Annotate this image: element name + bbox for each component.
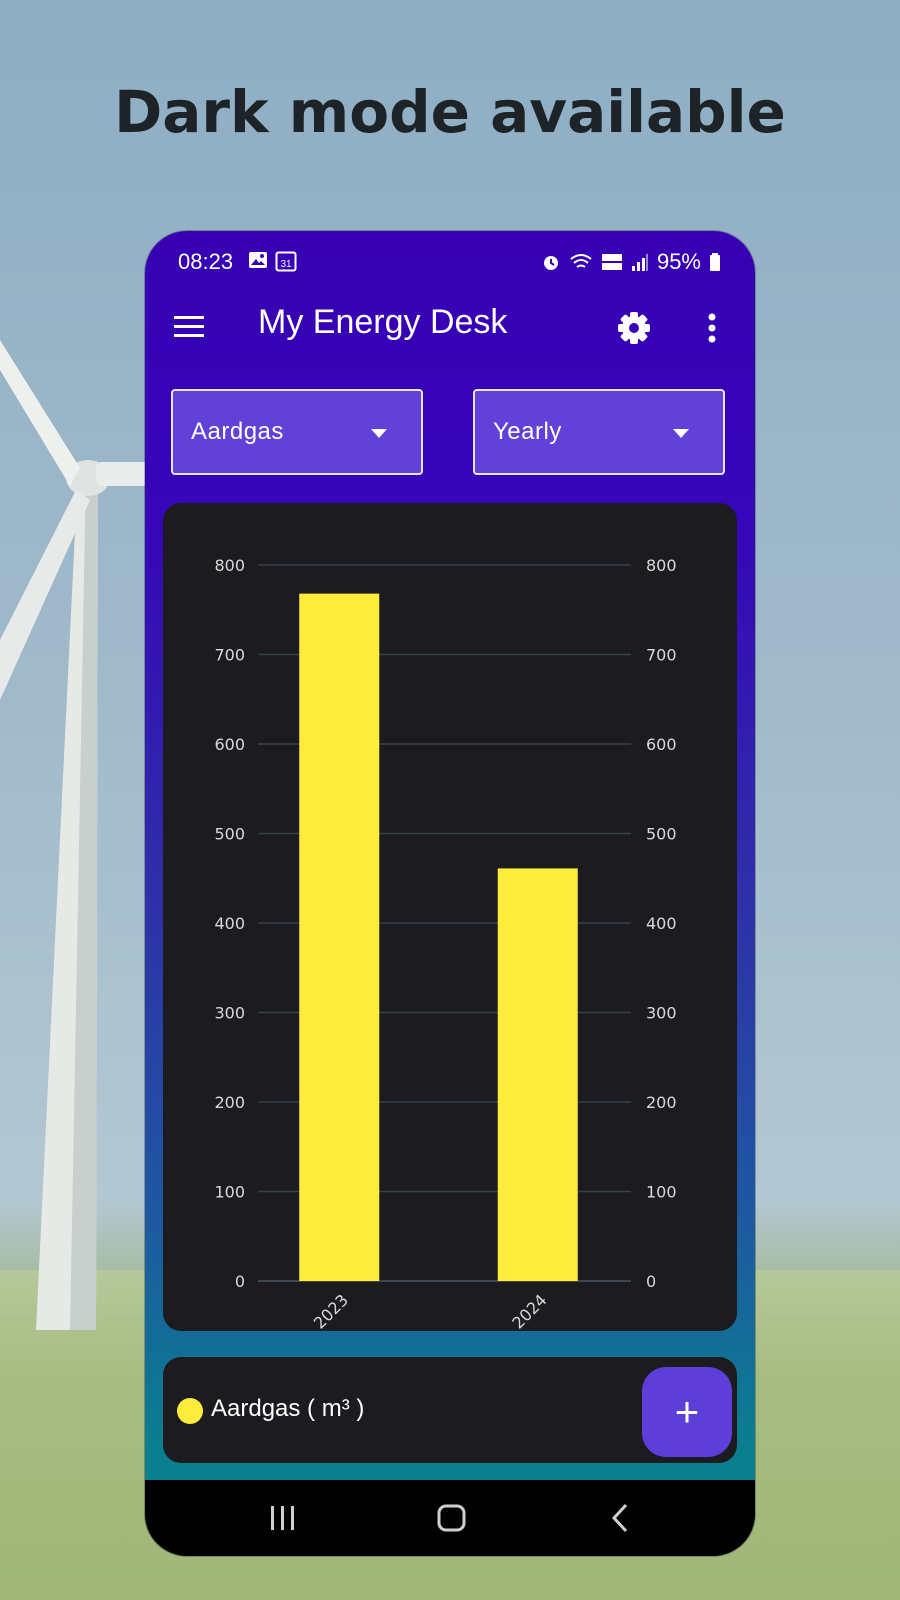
wifi-icon <box>570 254 592 268</box>
chevron-down-icon <box>673 429 689 438</box>
add-reading-button[interactable]: + <box>642 1367 732 1457</box>
y-tick-label-right: 600 <box>646 735 677 754</box>
y-tick-label-right: 800 <box>646 556 677 575</box>
y-tick-label-right: 0 <box>646 1272 656 1291</box>
y-tick-label-right: 300 <box>646 1004 677 1023</box>
more-vert-icon[interactable] <box>700 309 724 347</box>
bar-2023 <box>299 593 380 1281</box>
y-tick-label-left: 800 <box>214 556 245 575</box>
gallery-icon <box>249 252 267 268</box>
bar-chart: 0 0 100 100 200 200 300 300 400 400 500 500 600 600 70… <box>214 556 677 1331</box>
y-tick-label-left: 700 <box>214 646 245 665</box>
status-time: 08:23 <box>178 249 234 274</box>
chevron-down-icon <box>371 429 387 438</box>
navigation-bar <box>145 1480 755 1556</box>
status-bar: 08:23 31 95% <box>145 231 755 293</box>
y-tick-label-right: 400 <box>646 914 677 933</box>
y-tick-label-left: 300 <box>214 1004 245 1023</box>
legend-color-dot <box>177 1398 203 1424</box>
calendar-icon: 31 <box>275 251 297 272</box>
svg-text:31: 31 <box>280 259 292 270</box>
x-tick-label: 2024 <box>508 1290 550 1331</box>
period-value: Yearly <box>493 418 562 445</box>
home-icon[interactable] <box>432 1500 472 1536</box>
volte-icon <box>601 254 622 270</box>
y-tick-label-left: 200 <box>214 1093 245 1112</box>
y-tick-label-right: 500 <box>646 825 677 844</box>
legend-label: Aardgas ( m³ ) <box>211 1395 365 1422</box>
y-tick-label-right: 700 <box>646 646 677 665</box>
wind-turbine-decoration <box>0 340 160 1330</box>
plus-icon: + <box>674 1388 700 1435</box>
recent-apps-icon[interactable] <box>263 1500 303 1536</box>
battery-icon <box>710 253 720 271</box>
x-tick-label: 2023 <box>310 1290 352 1331</box>
energy-type-value: Aardgas <box>191 418 284 445</box>
y-tick-label-right: 200 <box>646 1093 677 1112</box>
phone-screen: 08:23 31 95% My Energy Desk Aardgas Year… <box>145 231 755 1556</box>
battery-percent: 95% <box>656 249 701 274</box>
y-tick-label-left: 400 <box>214 914 245 933</box>
menu-icon[interactable] <box>171 309 207 345</box>
y-tick-label-right: 100 <box>646 1183 677 1202</box>
gear-icon[interactable] <box>615 309 653 347</box>
period-dropdown[interactable]: Yearly <box>473 389 725 475</box>
y-tick-label-left: 0 <box>235 1272 245 1291</box>
app-bar: My Energy Desk <box>145 293 755 365</box>
bar-2024 <box>497 868 578 1281</box>
y-tick-label-left: 500 <box>214 825 245 844</box>
energy-type-dropdown[interactable]: Aardgas <box>171 389 423 475</box>
alarm-icon <box>543 256 558 270</box>
back-icon[interactable] <box>601 1500 641 1536</box>
signal-icon <box>631 254 648 271</box>
chart-card: 0 0 100 100 200 200 300 300 400 400 500 500 600 600 70… <box>163 503 737 1331</box>
app-title: My Energy Desk <box>258 303 508 341</box>
y-tick-label-left: 600 <box>214 735 245 754</box>
promo-headline: Dark mode available <box>114 78 786 146</box>
y-tick-label-left: 100 <box>214 1183 245 1202</box>
